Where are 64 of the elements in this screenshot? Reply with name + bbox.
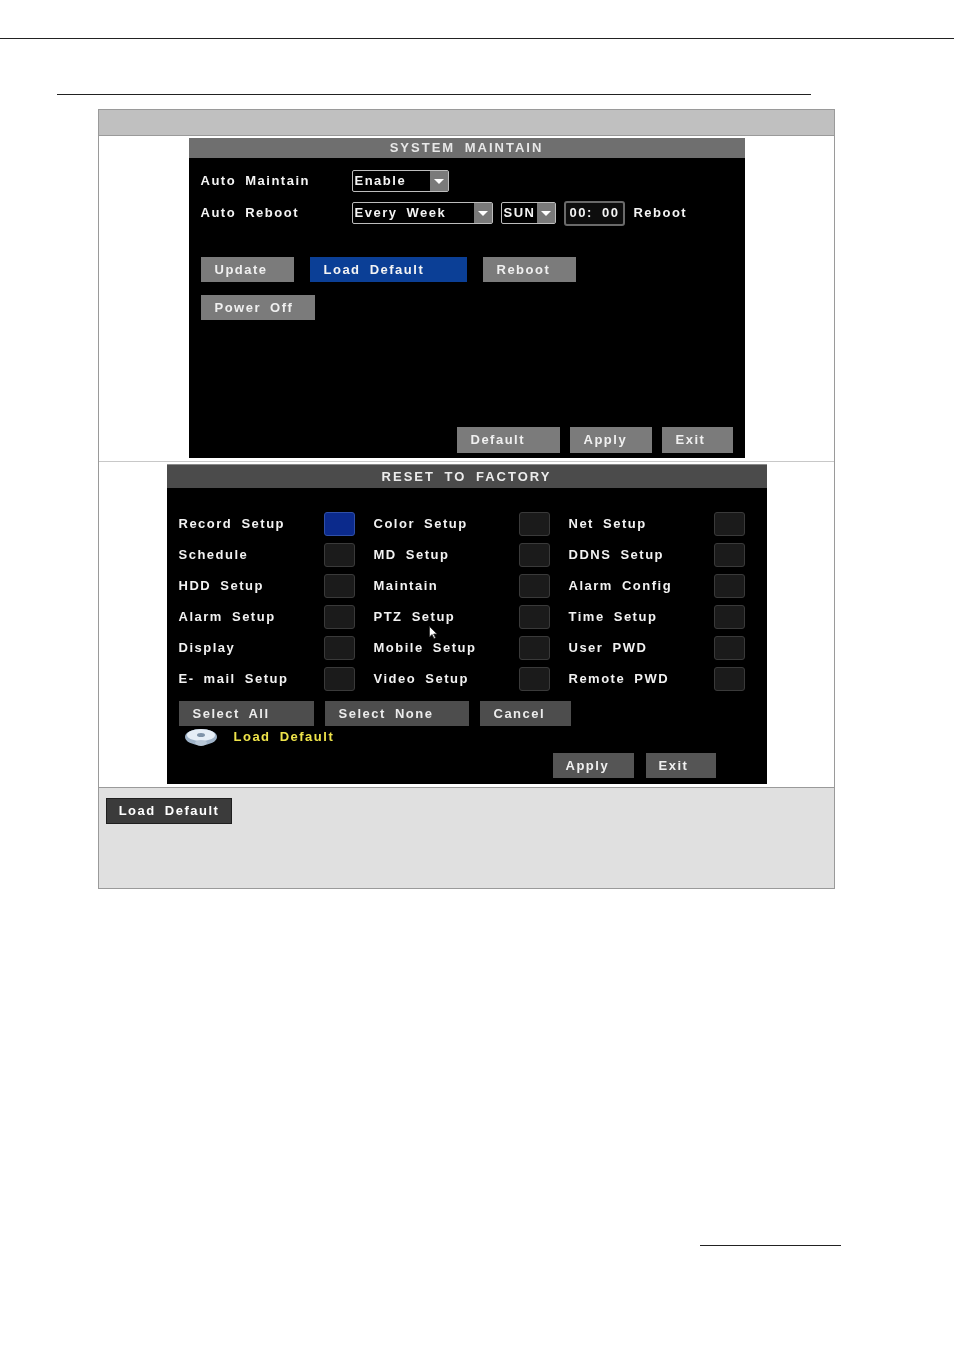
checkbox[interactable] bbox=[518, 512, 550, 536]
action-button[interactable]: Load Default bbox=[309, 257, 467, 282]
checkbox[interactable] bbox=[518, 543, 550, 567]
footer-button[interactable]: Exit bbox=[661, 427, 733, 453]
dropdown[interactable]: SUN bbox=[500, 202, 556, 224]
checkbox[interactable] bbox=[713, 512, 745, 536]
option-label: HDD Setup bbox=[178, 579, 264, 593]
action-button[interactable]: Cancel bbox=[479, 701, 571, 726]
checkbox[interactable] bbox=[323, 636, 355, 660]
checkbox[interactable] bbox=[713, 667, 745, 691]
option-label: Remote PWD bbox=[568, 672, 670, 686]
setting-label: Auto Reboot bbox=[200, 204, 300, 223]
caret-icon bbox=[473, 203, 492, 223]
checkbox[interactable] bbox=[713, 543, 745, 567]
checkbox[interactable] bbox=[518, 667, 550, 691]
action-button[interactable]: Power Off bbox=[200, 295, 315, 320]
checkbox[interactable] bbox=[518, 605, 550, 629]
checkbox[interactable] bbox=[323, 574, 355, 598]
option-label: Mobile Setup bbox=[373, 641, 477, 655]
caret-icon bbox=[429, 171, 448, 191]
footer-button[interactable]: Apply bbox=[569, 427, 652, 453]
checkbox[interactable] bbox=[323, 543, 355, 567]
option-label: Video Setup bbox=[373, 672, 469, 686]
option-label: Time Setup bbox=[568, 610, 658, 624]
suffix-label: Reboot bbox=[633, 204, 688, 223]
checkbox[interactable] bbox=[518, 636, 550, 660]
disk-icon bbox=[184, 727, 217, 747]
panel-title: RESET TO FACTORY bbox=[166, 464, 767, 488]
option-label: Maintain bbox=[373, 579, 439, 593]
checkbox[interactable] bbox=[713, 636, 745, 660]
dropdown[interactable]: Every Week bbox=[351, 202, 493, 224]
checkbox[interactable] bbox=[323, 512, 355, 536]
option-label: MD Setup bbox=[373, 548, 450, 562]
action-button[interactable]: Select None bbox=[324, 701, 469, 726]
checkbox[interactable] bbox=[518, 574, 550, 598]
caret-icon bbox=[536, 203, 555, 223]
option-label: Alarm Setup bbox=[178, 610, 276, 624]
option-label: Schedule bbox=[178, 548, 249, 562]
checkbox[interactable] bbox=[713, 605, 745, 629]
action-button[interactable]: Update bbox=[200, 257, 294, 282]
action-button[interactable]: Reboot bbox=[482, 257, 576, 282]
status-text: Load Default bbox=[233, 728, 335, 747]
option-label: E- mail Setup bbox=[178, 672, 289, 686]
setting-label: Auto Maintain bbox=[200, 172, 311, 191]
checkbox[interactable] bbox=[713, 574, 745, 598]
load-default-button[interactable]: Load Default bbox=[106, 798, 232, 824]
footer-button[interactable]: Exit bbox=[645, 753, 716, 778]
footer-button[interactable]: Apply bbox=[552, 753, 634, 778]
option-label: Record Setup bbox=[178, 517, 285, 531]
pointer-icon bbox=[428, 626, 438, 639]
footer-button[interactable]: Default bbox=[456, 427, 560, 453]
option-label: User PWD bbox=[568, 641, 648, 655]
checkbox[interactable] bbox=[323, 667, 355, 691]
option-label: Net Setup bbox=[568, 517, 647, 531]
checkbox[interactable] bbox=[323, 605, 355, 629]
dropdown[interactable]: Enable bbox=[351, 170, 449, 192]
option-label: Alarm Config bbox=[568, 579, 673, 593]
option-label: DDNS Setup bbox=[568, 548, 665, 562]
option-label: Display bbox=[178, 641, 236, 655]
action-button[interactable]: Select All bbox=[178, 701, 314, 726]
time-field[interactable]: 00: 00 bbox=[563, 200, 626, 226]
option-label: PTZ Setup bbox=[373, 610, 456, 624]
option-label: Color Setup bbox=[373, 517, 468, 531]
panel-title: SYSTEM MAINTAIN bbox=[188, 138, 745, 158]
